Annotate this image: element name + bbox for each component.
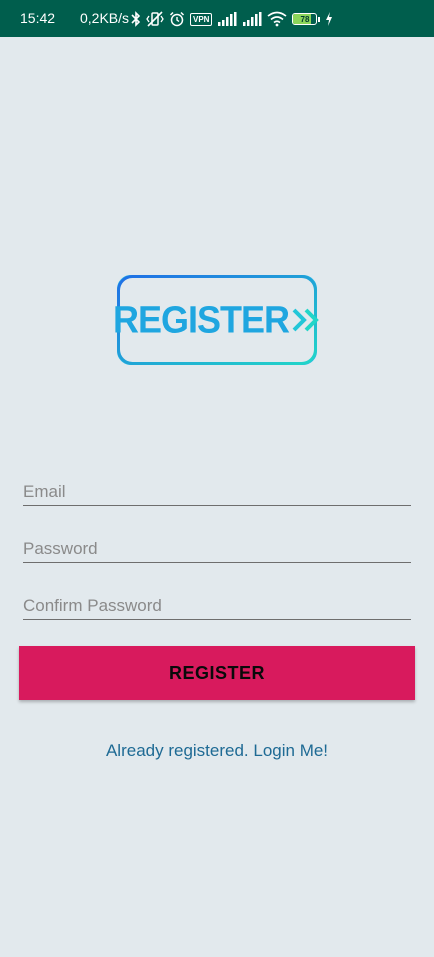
- bluetooth-icon: [131, 11, 141, 27]
- double-chevron-right-icon: [291, 305, 321, 335]
- charging-icon: [325, 12, 333, 26]
- battery-level: 78: [300, 14, 310, 24]
- email-field-container: [23, 470, 411, 506]
- register-logo: REGISTER: [113, 275, 319, 365]
- password-field-container: [23, 527, 411, 563]
- logo-text: REGISTER: [112, 297, 290, 341]
- battery-icon: 78: [292, 13, 321, 25]
- status-bar: 15:42 0,2KB/s VPN 78: [0, 0, 434, 37]
- network-speed: 0,2KB/s: [80, 10, 130, 26]
- email-field[interactable]: [23, 470, 411, 505]
- status-time: 15:42: [20, 10, 56, 26]
- alarm-icon: [169, 11, 185, 27]
- wifi-icon: [267, 11, 287, 27]
- status-icons: VPN 78: [131, 9, 333, 29]
- login-link[interactable]: Already registered. Login Me!: [0, 741, 434, 761]
- confirm-password-field-container: [23, 584, 411, 620]
- signal-icon: [217, 12, 237, 26]
- signal-icon-2: [242, 12, 262, 26]
- vibrate-off-icon: [146, 11, 164, 27]
- vpn-icon: VPN: [190, 12, 213, 26]
- confirm-password-field[interactable]: [23, 584, 411, 619]
- password-field[interactable]: [23, 527, 411, 562]
- register-button[interactable]: REGISTER: [19, 646, 415, 700]
